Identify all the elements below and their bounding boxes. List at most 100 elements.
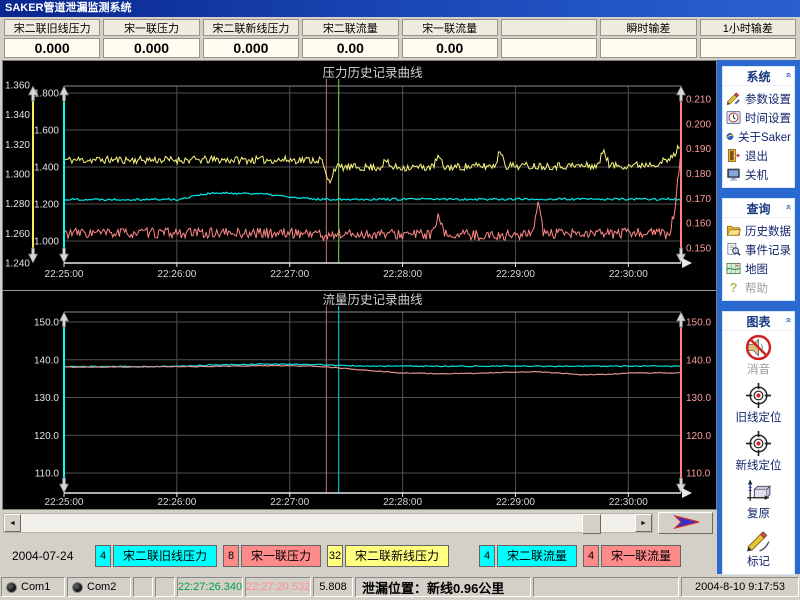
time-scroll-row: ◄ ► <box>2 510 717 537</box>
readout-label <box>501 19 597 36</box>
svg-text:1.200: 1.200 <box>34 200 59 211</box>
sidebar-item-locate-old-line[interactable]: 旧线定位 <box>723 379 794 427</box>
svg-text:140.0: 140.0 <box>686 355 711 366</box>
com1-status: Com1 <box>1 577 65 597</box>
sidebar-item-label: 参数设置 <box>745 91 791 107</box>
sidebar-item-event-log[interactable]: 事件记录 <box>723 240 794 259</box>
legend-item: 宋一联流量 <box>601 545 681 567</box>
collapse-chevron-icon[interactable]: « <box>783 204 793 210</box>
sidebar-item-shutdown[interactable]: 关机 <box>723 165 794 184</box>
exit-icon <box>726 148 741 163</box>
sidebar-item-label: 历史数据 <box>745 223 791 239</box>
readout-column <box>501 19 597 58</box>
svg-text:0.180: 0.180 <box>686 169 711 180</box>
readout-label: 宋二联新线压力 <box>203 19 299 36</box>
sidebar-item-parameter-settings[interactable]: 参数设置 <box>723 89 794 108</box>
collapse-chevron-icon[interactable]: « <box>783 72 793 78</box>
leak-location: 泄漏位置：新线0.96公里 <box>355 577 531 597</box>
readout-column: 宋二联流量 0.00 <box>302 19 398 58</box>
readout-value <box>700 38 796 58</box>
scrollbar-thumb[interactable] <box>582 514 601 534</box>
panel-header-query[interactable]: 查询 « <box>723 199 794 218</box>
readout-column: 宋一联压力 0.000 <box>103 19 199 58</box>
svg-text:120.0: 120.0 <box>34 431 59 442</box>
svg-text:1.240: 1.240 <box>5 259 30 270</box>
pressure-chart[interactable]: 1.3601.3401.3201.3001.2801.2601.2401.800… <box>3 61 716 289</box>
svg-text:22:26:00: 22:26:00 <box>157 269 196 280</box>
svg-text:0.150: 0.150 <box>686 244 711 255</box>
flow-chart[interactable]: 150.0140.0130.0120.0110.0150.0140.0130.0… <box>3 290 716 508</box>
about-icon <box>726 129 734 144</box>
sidebar-item-time-settings[interactable]: 时间设置 <box>723 108 794 127</box>
collapse-chevron-icon[interactable]: « <box>783 317 793 323</box>
svg-text:22:25:00: 22:25:00 <box>45 497 84 508</box>
svg-text:120.0: 120.0 <box>686 431 711 442</box>
svg-text:22:29:00: 22:29:00 <box>496 497 535 508</box>
sidebar-item-label: 新线定位 <box>736 457 782 473</box>
status-cell-empty <box>133 577 153 597</box>
svg-text:?: ? <box>729 280 737 295</box>
svg-text:1.360: 1.360 <box>5 81 30 92</box>
sidebar-item-history-data[interactable]: 历史数据 <box>723 221 794 240</box>
locate-new-line-icon <box>745 430 772 457</box>
map-icon <box>726 261 741 276</box>
sidebar-item-label: 地图 <box>745 261 768 277</box>
locate-old-line-icon <box>745 382 772 409</box>
sidebar-item-label: 标记 <box>747 553 770 569</box>
sidebar-item-mute[interactable]: 消音 <box>723 331 794 379</box>
panel-header-charts[interactable]: 图表 « <box>723 312 794 331</box>
readout-column: 1小时输差 <box>700 19 796 58</box>
panel-header-system[interactable]: 系统 « <box>723 67 794 86</box>
legend-channel-number: 4 <box>479 545 495 567</box>
svg-text:0.200: 0.200 <box>686 119 711 130</box>
sidebar-item-mark[interactable]: 标记 <box>723 523 794 571</box>
sidebar-item-label: 退出 <box>745 148 768 164</box>
com1-led-icon <box>6 582 17 593</box>
svg-text:1.320: 1.320 <box>5 140 30 151</box>
com2-status: Com2 <box>67 577 131 597</box>
panel-title: 查询 <box>746 200 770 217</box>
svg-text:1.400: 1.400 <box>34 163 59 174</box>
svg-text:1.280: 1.280 <box>5 199 30 210</box>
sidebar-item-label: 关机 <box>745 167 768 183</box>
svg-text:150.0: 150.0 <box>34 318 59 329</box>
panel-title: 系统 <box>746 68 770 85</box>
event-log-icon <box>726 242 741 257</box>
readout-value: 0.000 <box>103 38 199 58</box>
svg-text:流量历史记录曲线: 流量历史记录曲线 <box>322 293 423 307</box>
sidebar-item-restore[interactable]: 复原 <box>723 475 794 523</box>
scroll-right-button[interactable]: ► <box>635 514 652 532</box>
sidebar-item-locate-new-line[interactable]: 新线定位 <box>723 427 794 475</box>
readout-label: 宋一联压力 <box>103 19 199 36</box>
svg-text:22:30:00: 22:30:00 <box>609 497 648 508</box>
sidebar-panel-query: 查询 « 历史数据 事件记录 地图 ? 帮助 <box>722 198 795 301</box>
forward-arrow-icon <box>663 513 709 531</box>
readout-value: 0.000 <box>4 38 100 58</box>
sidebar-panel-system: 系统 « 参数设置 时间设置 关于Saker 退出 关机 <box>722 66 795 188</box>
svg-text:110.0: 110.0 <box>686 469 711 480</box>
sidebar-item-label: 关于Saker <box>738 129 791 145</box>
sidebar-item-label: 事件记录 <box>745 242 791 258</box>
readout-column: 宋一联流量 0.00 <box>402 19 498 58</box>
readout-column: 宋二联旧线压力 0.000 <box>4 19 100 58</box>
sidebar-item-exit[interactable]: 退出 <box>723 146 794 165</box>
readout-value: 0.000 <box>203 38 299 58</box>
sidebar-item-map[interactable]: 地图 <box>723 259 794 278</box>
sidebar-item-help[interactable]: ? 帮助 <box>723 278 794 297</box>
svg-text:22:25:00: 22:25:00 <box>45 269 84 280</box>
window-title: SAKER管道泄漏监测系统 <box>5 2 132 14</box>
scroll-left-button[interactable]: ◄ <box>4 514 21 532</box>
svg-text:1.600: 1.600 <box>34 126 59 137</box>
help-icon: ? <box>726 280 741 295</box>
legend-item: 宋二联流量 <box>497 545 577 567</box>
sidebar-item-label: 帮助 <box>745 280 768 296</box>
sidebar-item-about-saker[interactable]: 关于Saker <box>723 127 794 146</box>
readout-label: 宋二联流量 <box>302 19 398 36</box>
svg-text:压力历史记录曲线: 压力历史记录曲线 <box>322 66 423 80</box>
legend-row: 2004-07-24 4 宋二联旧线压力 8 宋一联压力 32 宋二联新线压力 … <box>0 537 717 574</box>
sidebar-panel-charts: 图表 « 消音 旧线定位 新线定位 复原 标记 <box>722 311 795 575</box>
svg-text:0.190: 0.190 <box>686 144 711 155</box>
status-datetime: 2004-8-10 9:17:53 <box>681 577 799 597</box>
forward-button[interactable] <box>658 512 713 534</box>
time-scrollbar[interactable]: ◄ ► <box>3 513 653 533</box>
